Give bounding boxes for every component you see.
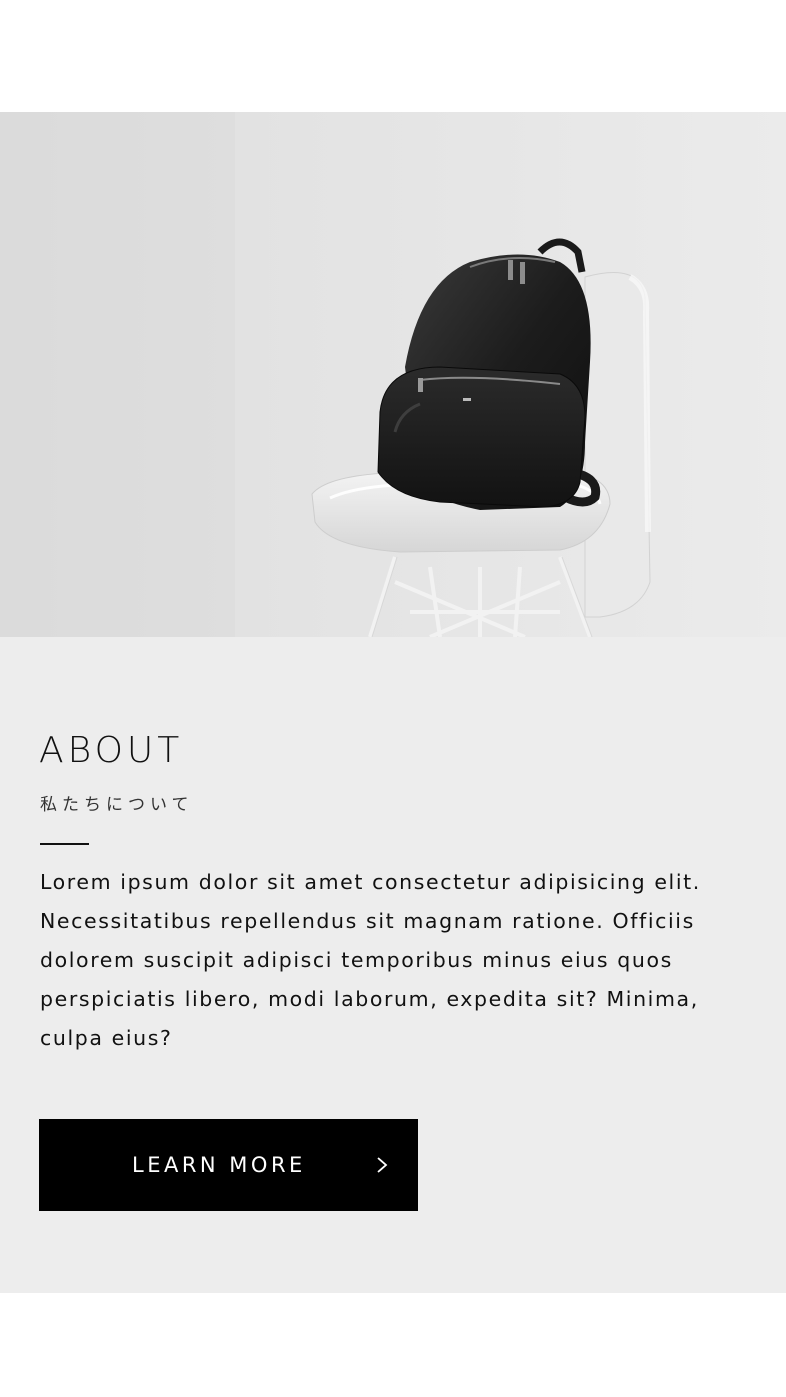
title-divider	[40, 843, 89, 845]
about-title: ABOUT	[39, 730, 184, 771]
learn-more-button[interactable]: LEARN MORE	[39, 1119, 418, 1211]
chevron-right-icon	[377, 1157, 388, 1173]
learn-more-label: LEARN MORE	[132, 1153, 306, 1177]
hero-image	[0, 112, 786, 637]
about-section: ABOUT 私たちについて Lorem ipsum dolor sit amet…	[0, 637, 786, 1293]
about-body-text: Lorem ipsum dolor sit amet consectetur a…	[40, 870, 701, 1050]
about-subtitle: 私たちについて	[40, 795, 194, 815]
backpack-photo	[0, 112, 786, 637]
